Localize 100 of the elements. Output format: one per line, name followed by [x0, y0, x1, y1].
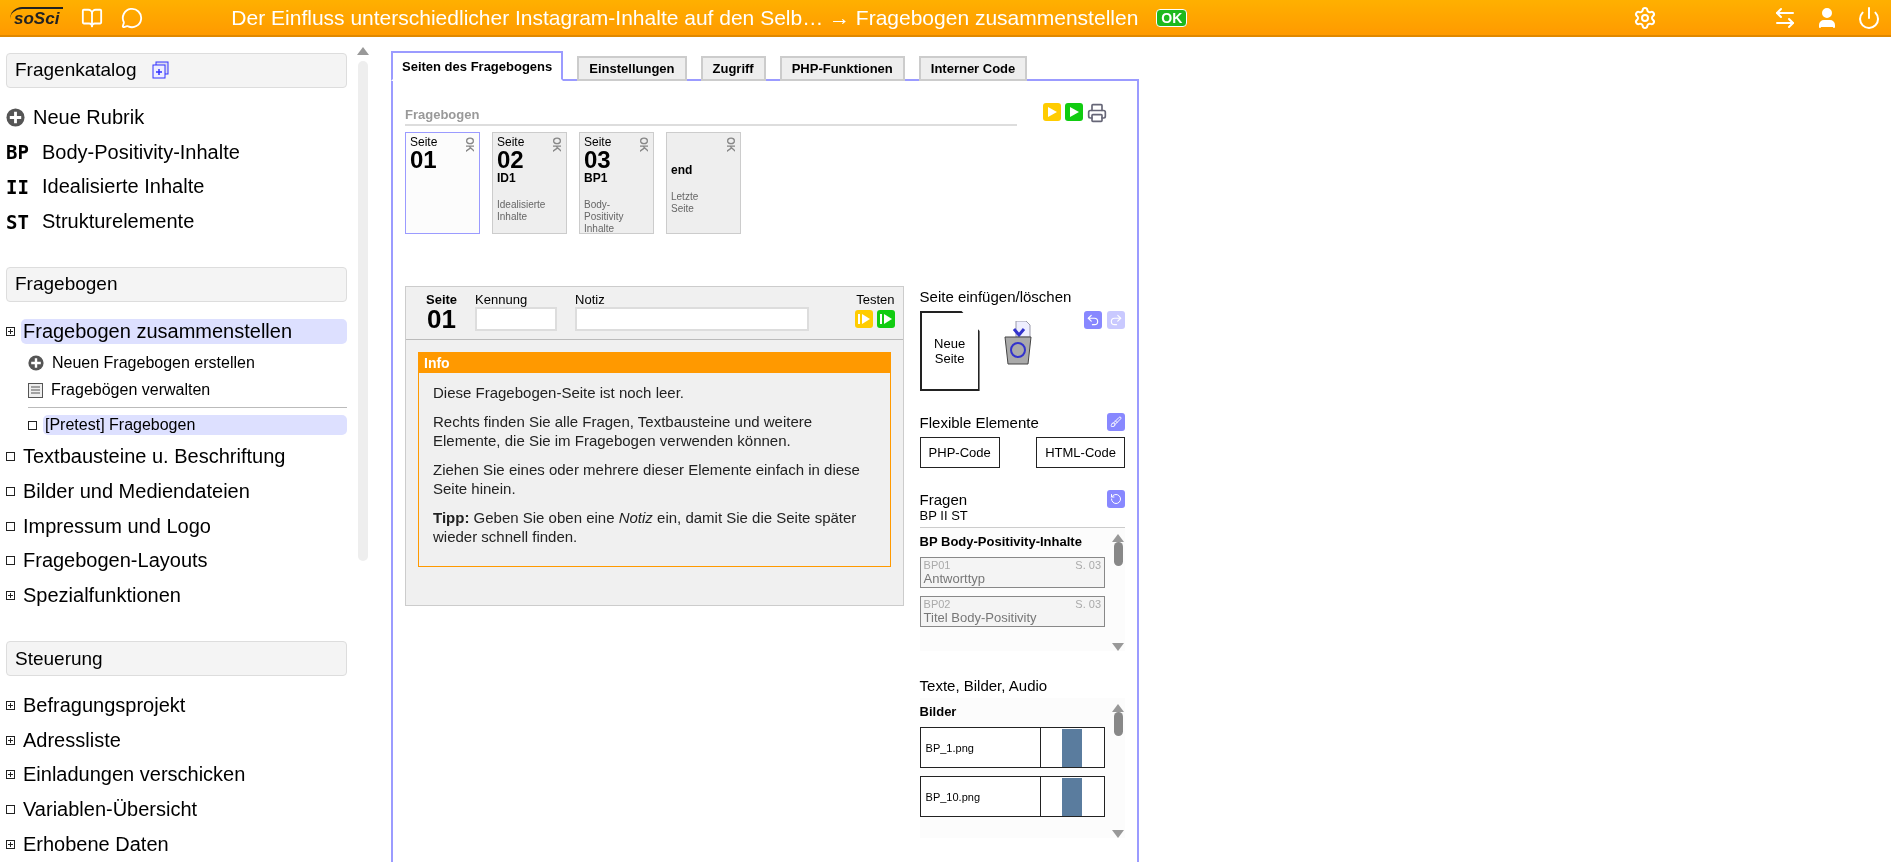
sidebar-item[interactable]: Impressum und Logo [21, 513, 213, 539]
info-text: Diese Fragebogen-Seite ist noch leer. [433, 383, 685, 402]
rubric-code: ST [6, 210, 30, 233]
panel-title: Seite einfügen/löschen [919, 288, 1072, 305]
plus-circle-icon [6, 107, 25, 127]
bullet-icon [6, 521, 15, 531]
page-card[interactable]: end Letzte Seite OK [666, 132, 741, 234]
input-field[interactable] [575, 307, 810, 331]
field-label: Notiz [575, 292, 606, 307]
page-title: Der Einfluss unterschiedlicher Instagram-Inhalte auf den Selb… → Fragebogen zusammenstellen [231, 5, 1139, 30]
skip-icon[interactable] [876, 310, 895, 328]
sidebar-item[interactable]: Strukturelemente [40, 209, 197, 235]
page-number: 03 [584, 149, 612, 171]
page-card[interactable]: Seite 01 OK [405, 132, 480, 234]
expand-icon [6, 700, 15, 710]
tab[interactable]: PHP-Funktionen [779, 56, 905, 81]
section-title: Fragebogen [15, 273, 118, 296]
page-card[interactable]: Seite 02 ID1 Idealisierte Inhalte OK [492, 132, 567, 234]
question-card[interactable]: BP02 S. 03 Titel Body-Positivity [919, 596, 1105, 627]
rubric-code: II [6, 175, 30, 198]
reset-icon[interactable] [1107, 490, 1125, 508]
sidebar-item[interactable]: Textbausteine u. Beschriftung [21, 444, 288, 470]
page-label: Seite [497, 135, 526, 149]
test-label: Testen [856, 292, 895, 307]
sidebar-item[interactable]: Fragebogen zusammenstellen [21, 318, 347, 344]
tab[interactable]: Einstellungen [577, 56, 687, 81]
photo-placeholder [1062, 729, 1083, 767]
info-text: Rechts finden Sie alle Fragen, Textbausteine und weitere Elemente, die Sie im Fragebogen verwenden können. [433, 412, 814, 450]
page-description: Letzte Seite [671, 191, 700, 215]
tab[interactable]: Seiten des Fragebogens [391, 51, 564, 81]
logo[interactable]: soSci [10, 6, 64, 29]
power-icon[interactable] [1857, 5, 1881, 30]
swap-icon[interactable] [1773, 5, 1797, 30]
input-field[interactable] [475, 307, 558, 331]
sidebar-item[interactable]: Befragungsprojekt [21, 692, 188, 718]
tab[interactable]: Interner Code [918, 56, 1028, 81]
expand-icon [6, 591, 15, 601]
page-code: ID1 [497, 171, 517, 185]
page-number: 01 [427, 307, 456, 331]
file-row[interactable]: BP_10.png [919, 776, 1105, 817]
play-icon[interactable] [1043, 103, 1061, 121]
expand-icon [6, 840, 15, 849]
scroll-arrow-icon[interactable] [357, 47, 369, 55]
field-label: Kennung [475, 292, 529, 307]
sidebar-item[interactable]: Fragebögen verwalten [49, 380, 213, 401]
element-button[interactable]: HTML-Code [1036, 437, 1125, 468]
undo-icon[interactable] [1084, 311, 1102, 329]
chat-icon[interactable] [121, 6, 144, 29]
sidebar-item[interactable]: Bilder und Mediendateien [21, 478, 252, 504]
sidebar-item[interactable]: Neuen Fragebogen erstellen [50, 352, 257, 373]
sidebar-item[interactable]: Body-Positivity-Inhalte [40, 139, 242, 165]
page-status: OK [725, 137, 736, 152]
info-title: Info [419, 353, 890, 373]
page-label: Seite [410, 135, 439, 149]
new-page-card[interactable]: Neue Seite [919, 311, 980, 391]
play-icon[interactable] [1065, 103, 1083, 121]
group-title: BP Body-Positivity-Inhalte [919, 534, 1083, 549]
section-title: Fragenkatalog [15, 59, 137, 82]
page-number: 02 [497, 149, 525, 171]
list-icon [28, 382, 43, 398]
panel-title: Fragen [919, 490, 968, 508]
expand-icon [6, 735, 15, 745]
sidebar-item[interactable]: Adressliste [21, 727, 123, 753]
page-description: Body-Positivity Inhalte [584, 199, 625, 235]
question-card[interactable]: BP01 S. 03 Antworttyp [919, 557, 1105, 588]
printer-icon[interactable] [1087, 103, 1107, 123]
rubric-code: BP [6, 141, 30, 163]
tab[interactable]: Zugriff [700, 56, 766, 81]
sidebar-item[interactable]: Einladungen verschicken [21, 762, 248, 788]
sidebar-item[interactable]: Fragebogen-Layouts [21, 548, 210, 574]
element-button[interactable]: PHP-Code [919, 437, 1000, 468]
sidebar-item[interactable]: Idealisierte Inhalte [40, 174, 207, 200]
sidebar-item[interactable]: [Pretest] Fragebogen [43, 415, 347, 436]
brush-icon[interactable] [1107, 413, 1125, 431]
page-code: BP1 [584, 171, 609, 185]
sidebar-item[interactable]: Neue Rubrik [31, 104, 147, 130]
bullet-icon [6, 805, 15, 815]
page-label: Seite [584, 135, 613, 149]
add-category-icon[interactable] [152, 61, 171, 80]
sidebar-item[interactable]: Spezialfunktionen [21, 583, 183, 609]
bullet-icon [6, 486, 15, 496]
expand-icon [6, 770, 15, 780]
page-card[interactable]: Seite 03 BP1 Body-Positivity Inhalte OK [579, 132, 654, 234]
sidebar-item[interactable]: Variablen-Übersicht [21, 797, 200, 823]
plus-circle-icon [28, 354, 44, 371]
section-title: Fragebogen [405, 107, 1017, 126]
book-icon[interactable] [81, 6, 104, 29]
panel-title: Flexible Elemente [919, 413, 1039, 431]
trash-icon[interactable] [1001, 321, 1034, 365]
sidebar-item[interactable]: Erhobene Daten [21, 832, 171, 857]
skip-icon[interactable] [854, 310, 873, 328]
page-status: OK [638, 137, 649, 152]
bullet-icon [6, 556, 15, 566]
panel-title: Texte, Bilder, Audio [919, 677, 1048, 694]
page-status: OK [464, 137, 475, 152]
file-row[interactable]: BP_1.png [919, 727, 1105, 768]
info-text: Tipp: Geben Sie oben eine Notiz ein, damit Sie die Seite später wieder schnell finden. [433, 508, 858, 546]
section-title: Steuerung [15, 647, 103, 670]
settings-icon[interactable] [1633, 5, 1657, 30]
page-description: Idealisierte Inhalte [497, 199, 547, 223]
